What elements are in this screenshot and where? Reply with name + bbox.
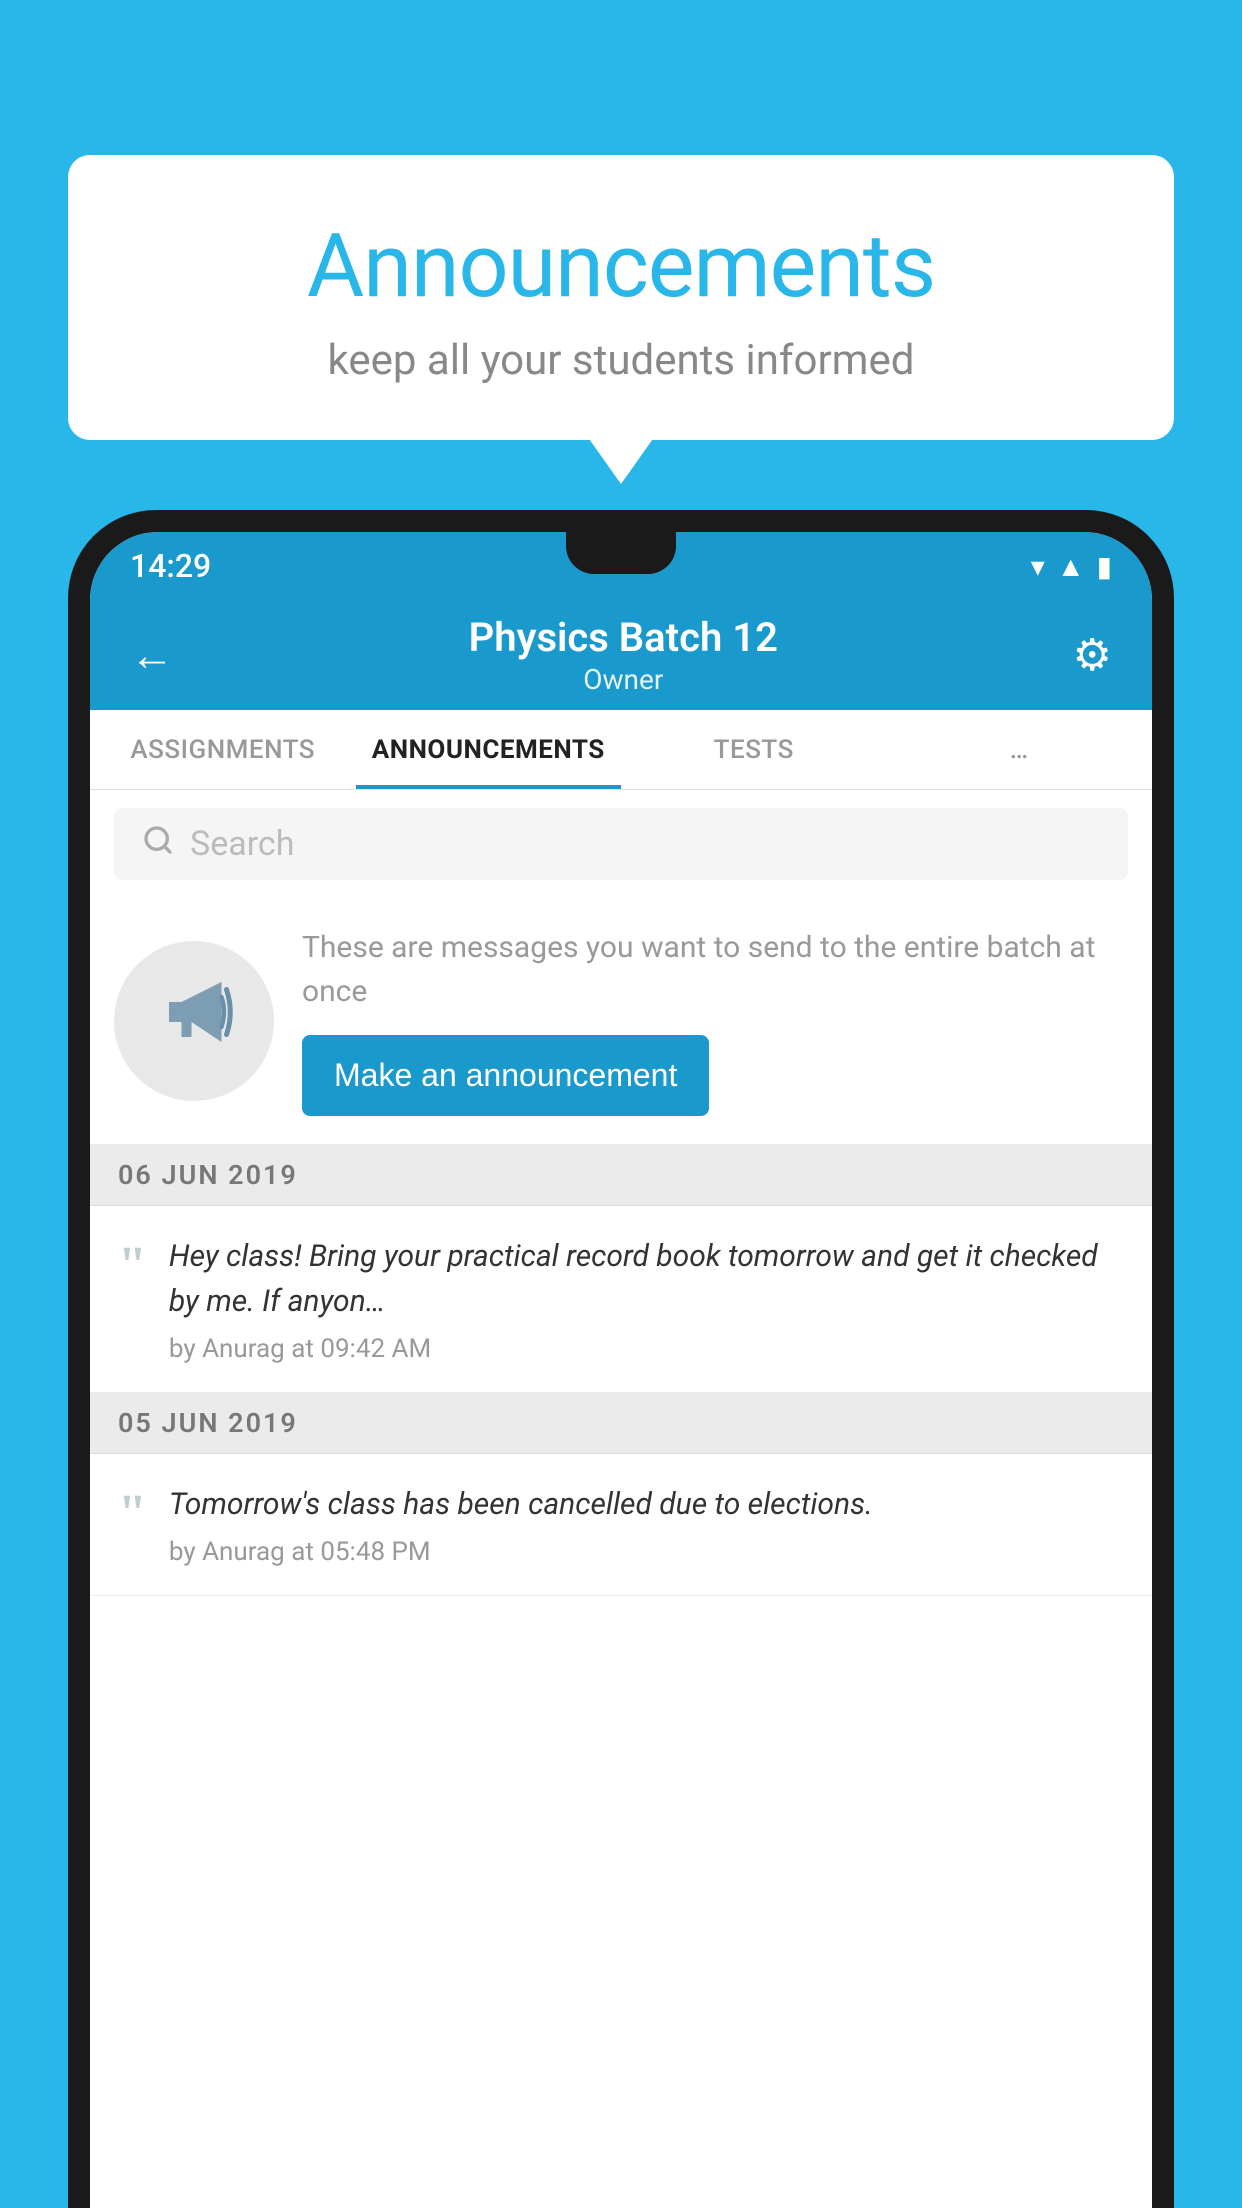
- battery-icon: ▮: [1097, 550, 1112, 583]
- app-bar-title-container: Physics Batch 12 Owner: [184, 614, 1063, 696]
- wifi-icon: ▾: [1031, 550, 1045, 583]
- bubble-title: Announcements: [148, 215, 1094, 318]
- announcement-content-1: Hey class! Bring your practical record b…: [169, 1234, 1124, 1364]
- bubble-subtitle: keep all your students informed: [148, 336, 1094, 385]
- empty-state: These are messages you want to send to t…: [90, 898, 1152, 1145]
- settings-button[interactable]: ⚙: [1063, 619, 1122, 691]
- announcement-item-2: " Tomorrow's class has been cancelled du…: [90, 1454, 1152, 1596]
- quote-icon-1: ": [118, 1240, 147, 1364]
- megaphone-icon: [154, 972, 234, 1070]
- empty-state-text: These are messages you want to send to t…: [302, 926, 1124, 1013]
- announcement-text-1: Hey class! Bring your practical record b…: [169, 1234, 1124, 1324]
- announcement-content-2: Tomorrow's class has been cancelled due …: [169, 1482, 1124, 1567]
- tab-announcements[interactable]: ANNOUNCEMENTS: [356, 710, 622, 789]
- speech-bubble-section: Announcements keep all your students inf…: [68, 155, 1174, 440]
- app-bar-subtitle: Owner: [184, 663, 1063, 696]
- make-announcement-button[interactable]: Make an announcement: [302, 1035, 709, 1116]
- announcement-text-2: Tomorrow's class has been cancelled due …: [169, 1482, 1124, 1527]
- search-bar[interactable]: Search: [114, 808, 1128, 880]
- status-icons: ▾ ▲ ▮: [1031, 550, 1112, 583]
- notch: [566, 532, 676, 574]
- tab-bar: ASSIGNMENTS ANNOUNCEMENTS TESTS …: [90, 710, 1152, 790]
- announcement-item-1: " Hey class! Bring your practical record…: [90, 1206, 1152, 1393]
- tab-tests[interactable]: TESTS: [621, 710, 887, 789]
- phone-frame: 14:29 ▾ ▲ ▮ ← Physics Batch 12 Owner ⚙ A…: [68, 510, 1174, 2208]
- status-bar: 14:29 ▾ ▲ ▮: [90, 532, 1152, 600]
- phone-screen: 14:29 ▾ ▲ ▮ ← Physics Batch 12 Owner ⚙ A…: [90, 532, 1152, 2208]
- signal-icon: ▲: [1057, 550, 1085, 583]
- tab-assignments[interactable]: ASSIGNMENTS: [90, 710, 356, 789]
- quote-icon-2: ": [118, 1488, 147, 1567]
- tab-more[interactable]: …: [887, 710, 1153, 789]
- status-time: 14:29: [130, 547, 211, 585]
- speech-bubble: Announcements keep all your students inf…: [68, 155, 1174, 440]
- empty-state-content: These are messages you want to send to t…: [302, 926, 1124, 1116]
- app-bar-title: Physics Batch 12: [184, 614, 1063, 661]
- empty-icon-circle: [114, 941, 274, 1101]
- date-separator-2: 05 JUN 2019: [90, 1393, 1152, 1454]
- search-icon: [142, 823, 174, 865]
- date-separator-1: 06 JUN 2019: [90, 1145, 1152, 1206]
- app-bar: ← Physics Batch 12 Owner ⚙: [90, 600, 1152, 710]
- search-placeholder: Search: [190, 824, 294, 864]
- search-container: Search: [90, 790, 1152, 898]
- announcement-meta-1: by Anurag at 09:42 AM: [169, 1334, 1124, 1364]
- announcement-meta-2: by Anurag at 05:48 PM: [169, 1537, 1124, 1567]
- back-button[interactable]: ←: [120, 619, 184, 691]
